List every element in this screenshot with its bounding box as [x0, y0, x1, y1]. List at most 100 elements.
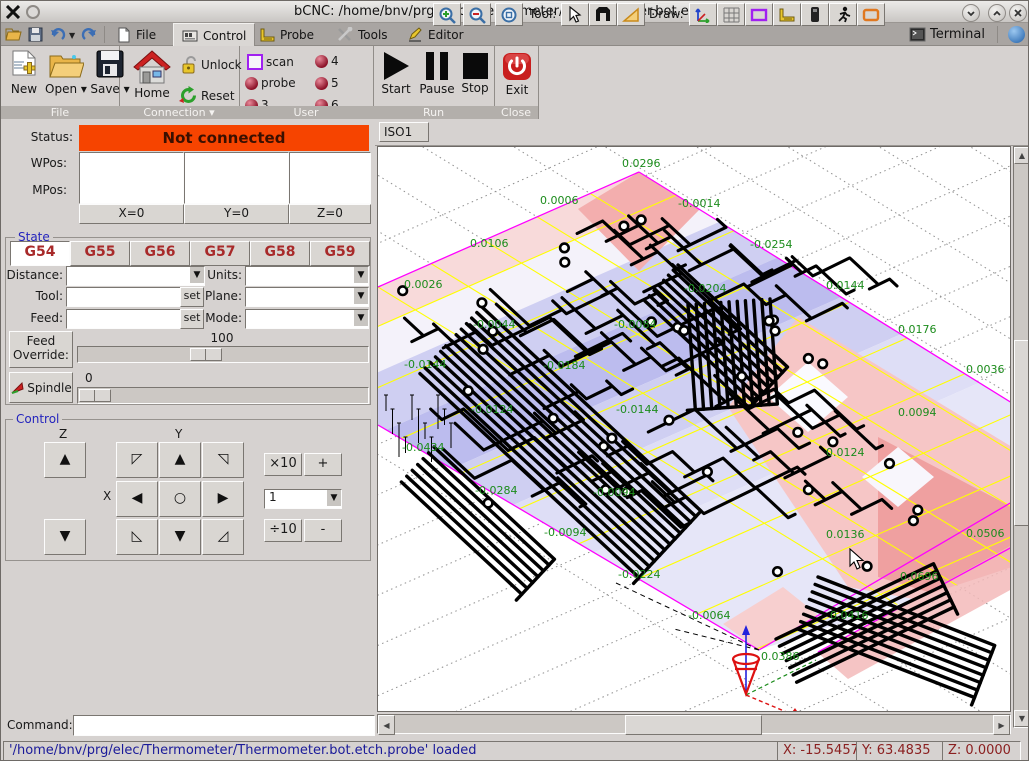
jog-z-down-button[interactable]: ▼ [44, 519, 86, 555]
pointer-tool-button[interactable] [561, 3, 589, 26]
feed-override-value: 100 [77, 331, 367, 345]
wcs-g56-button[interactable]: G56 [130, 241, 190, 266]
draw-moves-button[interactable] [829, 3, 857, 26]
undo-dropdown-icon[interactable]: ▼ [69, 31, 75, 40]
save-button[interactable]: Save ▾ [89, 50, 131, 96]
zoom-out-button[interactable] [463, 3, 491, 26]
units-combobox[interactable]: ▼ [245, 266, 369, 286]
zoom-in-button[interactable] [433, 3, 461, 26]
feed-override-slider[interactable] [77, 346, 369, 363]
new-button[interactable]: New [5, 50, 43, 96]
unlock-button[interactable]: Unlock [181, 56, 242, 74]
exit-button[interactable]: Exit [499, 52, 535, 97]
chevron-down-icon[interactable]: ▼ [327, 490, 341, 506]
chevron-down-icon[interactable]: ▼ [354, 310, 368, 326]
minimize-button[interactable] [962, 4, 980, 22]
draw-camera-button[interactable] [857, 3, 885, 26]
canvas-hscrollbar[interactable]: ◀ ▶ [377, 714, 1011, 734]
tool-input[interactable] [66, 287, 184, 307]
command-input[interactable] [73, 715, 375, 736]
step-mul10-button[interactable]: ×10 [264, 453, 302, 476]
undo-icon[interactable] [49, 26, 67, 43]
chevron-down-icon[interactable]: ▼ [354, 267, 368, 283]
step-minus-button[interactable]: - [304, 519, 342, 542]
stop-button[interactable]: Stop [459, 52, 491, 95]
gantry-tool-button[interactable] [589, 3, 617, 26]
wcs-g57-button[interactable]: G57 [190, 241, 250, 266]
hscroll-thumb[interactable] [625, 715, 762, 735]
redo-icon[interactable] [81, 26, 99, 43]
jog-right-button[interactable]: ▶ [202, 481, 244, 517]
pause-button[interactable]: Pause [417, 52, 457, 96]
user-button-5[interactable]: 5 [315, 76, 339, 90]
feed-override-button[interactable]: FeedOverride: [9, 331, 73, 368]
pos-x-cell [79, 152, 184, 204]
zero-y-button[interactable]: Y=0 [184, 204, 289, 224]
draw-grid-button[interactable] [717, 3, 745, 26]
spindle-button[interactable]: Spindle [9, 372, 73, 403]
draw-axes-button[interactable] [689, 3, 717, 26]
wcs-g54-button[interactable]: G54 [10, 241, 70, 266]
zero-z-button[interactable]: Z=0 [289, 204, 371, 224]
info-icon[interactable] [1008, 26, 1025, 43]
slider-handle[interactable] [190, 348, 222, 361]
tab-probe[interactable]: Probe [251, 23, 322, 46]
wcs-g55-button[interactable]: G55 [70, 241, 130, 266]
wcs-g58-button[interactable]: G58 [250, 241, 310, 266]
tab-editor[interactable]: Editor [399, 23, 472, 46]
start-button[interactable]: Start [379, 52, 413, 96]
tab-file[interactable]: File [109, 23, 164, 46]
vscroll-thumb[interactable] [1014, 340, 1029, 526]
draw-margin-button[interactable] [745, 3, 773, 26]
chevron-down-icon[interactable]: ▼ [354, 288, 368, 304]
user-button-scan[interactable]: scan [247, 54, 294, 70]
tab-tools[interactable]: Tools [329, 23, 396, 46]
step-combobox[interactable]: 1▼ [264, 489, 342, 509]
terminal-toggle[interactable]: Terminal [930, 27, 985, 42]
step-plus-button[interactable]: + [304, 453, 342, 476]
distance-combobox[interactable]: ▼ [66, 266, 205, 286]
jog-up-button[interactable]: ▲ [159, 442, 201, 478]
step-div10-button[interactable]: ÷10 [264, 519, 302, 542]
group-label-connection[interactable]: Connection ▾ [119, 106, 239, 119]
jog-down-right-button[interactable]: ◿ [202, 519, 244, 555]
jog-z-up-button[interactable]: ▲ [44, 442, 86, 478]
draw-workarea-button[interactable] [801, 3, 829, 26]
scroll-left-icon[interactable]: ◀ [378, 715, 395, 735]
open-button[interactable]: Open ▾ [43, 50, 89, 96]
jog-up-left-button[interactable]: ◸ [116, 442, 158, 478]
jog-down-button[interactable]: ▼ [159, 519, 201, 555]
gcode-canvas[interactable]: 0.02960.0006-0.00140.0106-0.02540.0026-0… [377, 146, 1011, 712]
draw-probe-button[interactable] [773, 3, 801, 26]
plane-combobox[interactable]: ▼ [245, 287, 369, 307]
ruler-tool-button[interactable] [617, 3, 645, 26]
mode-combobox[interactable]: ▼ [245, 309, 369, 329]
zoom-fit-button[interactable] [495, 3, 523, 26]
home-button[interactable]: Home [129, 50, 175, 100]
view-select[interactable]: ISO1 [379, 122, 429, 142]
chevron-down-icon[interactable]: ▼ [190, 267, 204, 283]
user-button-probe[interactable]: probe [245, 76, 296, 90]
jog-down-left-button[interactable]: ◺ [116, 519, 158, 555]
reset-button[interactable]: Reset [179, 86, 235, 105]
jog-up-right-button[interactable]: ◹ [202, 442, 244, 478]
spindle-slider[interactable] [77, 387, 369, 404]
jog-center-button[interactable]: ○ [159, 481, 201, 517]
wcs-g59-button[interactable]: G59 [310, 241, 370, 266]
tab-control[interactable]: Control [173, 23, 255, 48]
scroll-down-icon[interactable]: ▼ [1014, 710, 1029, 727]
close-button[interactable] [1009, 4, 1027, 22]
jog-left-button[interactable]: ◀ [116, 481, 158, 517]
slider-handle[interactable] [79, 389, 111, 402]
zero-x-button[interactable]: X=0 [79, 204, 184, 224]
scroll-up-icon[interactable]: ▲ [1014, 147, 1029, 164]
scroll-right-icon[interactable]: ▶ [993, 715, 1010, 735]
save-quick-icon[interactable] [27, 26, 45, 43]
feed-input[interactable] [66, 309, 184, 329]
open-quick-icon[interactable] [5, 26, 23, 43]
pcb-isometric-view: 0.02960.0006-0.00140.0106-0.02540.0026-0… [378, 147, 1010, 711]
probe-tab-icon [259, 28, 275, 42]
user-button-4[interactable]: 4 [315, 54, 339, 68]
maximize-button[interactable] [988, 4, 1006, 22]
canvas-vscrollbar[interactable]: ▲ ▼ [1013, 146, 1029, 728]
